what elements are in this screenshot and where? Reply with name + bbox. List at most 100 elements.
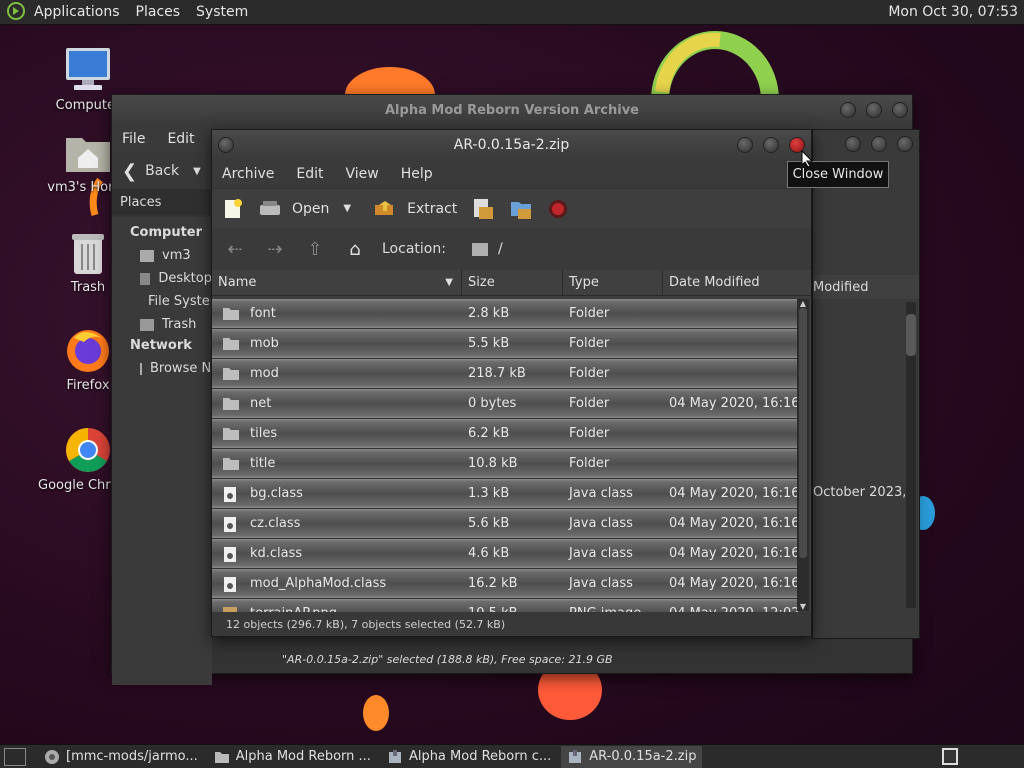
cell-size: 0 bytes xyxy=(468,396,517,411)
file-row[interactable]: kd.class 4.6 kB Java class 04 May 2020, 16:… xyxy=(212,539,798,569)
sidebar-item-vm3[interactable]: vm3 xyxy=(112,244,212,267)
file-row[interactable]: net 0 bytes Folder 04 May 2020, 16:16 xyxy=(212,389,798,419)
menu-edit[interactable]: Edit xyxy=(296,166,323,182)
file-row[interactable]: cz.class 5.6 kB Java class 04 May 2020, 16:… xyxy=(212,509,798,539)
extract-button[interactable]: Extract xyxy=(373,199,457,219)
sidebar-item-desktop[interactable]: Desktop xyxy=(112,267,212,290)
places-menu[interactable]: Places xyxy=(136,4,181,20)
top-panel: Applications Places System Mon Oct 30, 0… xyxy=(0,0,1024,25)
file-manager-statusbar: "AR-0.0.15a-2.zip" selected (188.8 kB), … xyxy=(266,645,912,673)
clock[interactable]: Mon Oct 30, 07:53 xyxy=(888,4,1018,20)
column-header-name[interactable]: Name ▼ xyxy=(212,270,462,295)
add-files-button[interactable] xyxy=(471,197,495,221)
sidebar-heading-computer: Computer xyxy=(130,225,203,240)
window-titlebar[interactable]: Alpha Mod Reborn Version Archive xyxy=(112,95,912,125)
archive-manager-window[interactable]: AR-0.0.15a-2.zip Archive Edit View Help … xyxy=(211,129,812,637)
maximize-button[interactable] xyxy=(871,136,887,152)
menu-help[interactable]: Help xyxy=(401,166,433,182)
firefox-icon xyxy=(64,326,112,374)
taskbar-item[interactable]: Alpha Mod Reborn ... xyxy=(208,746,377,768)
cell-type: Folder xyxy=(569,456,610,471)
file-row[interactable]: title 10.8 kB Folder xyxy=(212,449,798,479)
cell-name: mod_AlphaMod.class xyxy=(212,576,462,592)
file-list[interactable]: font 2.8 kB Folder mob 5.5 kB Folder mod 218.7 … xyxy=(212,299,798,613)
file-row[interactable]: mod_AlphaMod.class 16.2 kB Java class 04 Ma… xyxy=(212,569,798,599)
menu-view[interactable]: View xyxy=(346,166,379,182)
sidebar-item-network[interactable]: Browse Network xyxy=(112,357,212,380)
cell-size: 4.6 kB xyxy=(468,546,510,561)
toolbar: Open ▼ Extract xyxy=(212,188,811,228)
scrollbar-thumb[interactable] xyxy=(799,308,807,558)
back-arrow-icon[interactable]: ⇠ xyxy=(222,236,248,262)
distro-logo-icon[interactable] xyxy=(6,1,28,23)
applications-menu[interactable]: Applications xyxy=(34,4,120,20)
show-desktop-icon[interactable] xyxy=(4,747,26,766)
taskbar-item[interactable]: [mmc-mods/jarmo... xyxy=(38,746,204,768)
cell-date: 04 May 2020, 16:16 xyxy=(669,396,798,411)
places-sidebar: Computer vm3 Desktop File System Trash N… xyxy=(112,217,212,685)
places-label: Places xyxy=(120,194,162,210)
open-dropdown-icon[interactable]: ▼ xyxy=(343,203,351,214)
sidebar-item-trash[interactable]: Trash xyxy=(112,313,212,336)
menu-file[interactable]: File xyxy=(122,131,145,147)
minimize-button[interactable] xyxy=(840,102,856,118)
system-menu[interactable]: System xyxy=(196,4,248,20)
sidebar-item-filesystem[interactable]: File System xyxy=(112,290,212,313)
forward-arrow-icon[interactable]: ⇢ xyxy=(262,236,288,262)
up-arrow-icon[interactable]: ⇧ xyxy=(302,236,328,262)
file-row[interactable]: bg.class 1.3 kB Java class 04 May 2020, 16:… xyxy=(212,479,798,509)
scroll-up-icon[interactable]: ▲ xyxy=(797,299,809,308)
window-menu-button[interactable] xyxy=(218,137,234,153)
column-header-type[interactable]: Type xyxy=(563,270,663,295)
taskbar-item[interactable]: AR-0.0.15a-2.zip xyxy=(561,745,703,768)
taskbar-item[interactable]: Alpha Mod Reborn c... xyxy=(381,746,557,768)
folder-icon xyxy=(222,396,240,412)
cell-name: net xyxy=(212,396,462,412)
cell-date: 04 May 2020, 16:16 xyxy=(669,486,798,501)
scrollbar-thumb[interactable] xyxy=(906,314,916,356)
file-row[interactable]: mod 218.7 kB Folder xyxy=(212,359,798,389)
cell-date: 04 May 2020, 16:16 xyxy=(669,516,798,531)
open-button[interactable]: Open xyxy=(258,199,329,219)
cell-name: mob xyxy=(212,336,462,352)
window-titlebar[interactable]: AR-0.0.15a-2.zip xyxy=(212,130,811,160)
add-folder-button[interactable] xyxy=(509,197,533,221)
maximize-button[interactable] xyxy=(763,137,779,153)
home-folder-icon xyxy=(64,128,112,176)
cell-name: tiles xyxy=(212,426,462,442)
stop-button[interactable] xyxy=(547,198,569,220)
cell-name: cz.class xyxy=(212,516,462,532)
add-folder-icon xyxy=(511,201,532,219)
menu-edit[interactable]: Edit xyxy=(167,131,194,147)
menu-archive[interactable]: Archive xyxy=(222,166,274,182)
maximize-button[interactable] xyxy=(866,102,882,118)
new-archive-button[interactable] xyxy=(222,198,244,220)
java-class-file-icon xyxy=(222,516,240,532)
extract-icon xyxy=(375,200,394,215)
home-icon[interactable]: ⌂ xyxy=(342,236,368,262)
back-button[interactable]: Back xyxy=(145,163,179,179)
cell-size: 10.8 kB xyxy=(468,456,518,471)
scrollbar[interactable] xyxy=(906,302,916,608)
location-path[interactable]: / xyxy=(498,241,503,257)
scroll-down-icon[interactable]: ▼ xyxy=(797,602,809,611)
column-header-date[interactable]: Date Modified xyxy=(663,270,798,295)
scrollbar[interactable]: ▲ ▼ xyxy=(797,299,809,611)
column-header-size[interactable]: Size xyxy=(462,270,563,295)
close-button[interactable] xyxy=(892,102,908,118)
file-row[interactable]: mob 5.5 kB Folder xyxy=(212,329,798,359)
file-row[interactable]: tiles 6.2 kB Folder xyxy=(212,419,798,449)
java-class-file-icon xyxy=(222,576,240,592)
modified-column-header[interactable]: Modified xyxy=(813,275,919,299)
close-button[interactable] xyxy=(897,136,913,152)
cell-size: 218.7 kB xyxy=(468,366,526,381)
back-dropdown-icon[interactable]: ▼ xyxy=(193,166,201,177)
minimize-button[interactable] xyxy=(845,136,861,152)
back-arrow-icon[interactable]: ❮ xyxy=(122,161,137,182)
workspace-switcher[interactable] xyxy=(942,748,958,765)
archive-icon xyxy=(567,749,583,765)
minimize-button[interactable] xyxy=(737,137,753,153)
folder-icon xyxy=(222,306,240,322)
file-row[interactable]: terrainAP.png10.5 kBPNG image04 May 2020… xyxy=(212,599,798,613)
file-row[interactable]: font 2.8 kB Folder xyxy=(212,299,798,329)
